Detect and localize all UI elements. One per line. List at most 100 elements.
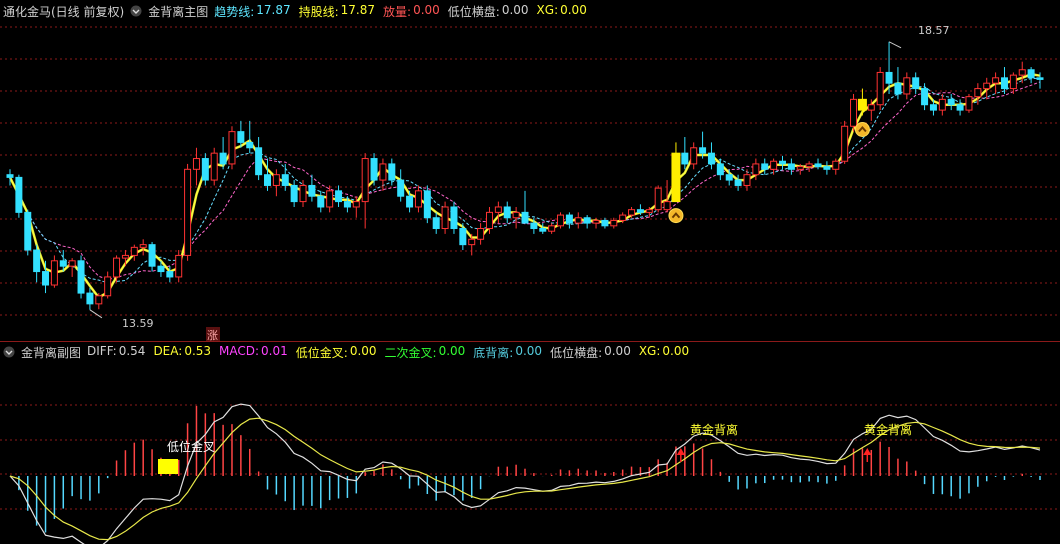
candle-body xyxy=(201,158,209,181)
candle-body xyxy=(121,254,129,259)
candle-body xyxy=(450,206,458,230)
candle-body xyxy=(255,147,263,176)
candle-body xyxy=(290,184,298,203)
xg-signal-icon xyxy=(854,121,870,137)
candle-body xyxy=(654,187,662,211)
candle-body xyxy=(317,195,325,208)
candle-body xyxy=(947,98,955,106)
candle-body xyxy=(370,158,378,181)
high-price-label: 18.57 xyxy=(918,24,950,37)
candle-body xyxy=(628,209,636,216)
candle-body xyxy=(823,166,831,170)
candle-body xyxy=(938,98,946,111)
candle-body xyxy=(477,228,485,240)
candle-body xyxy=(24,211,32,251)
candle-body xyxy=(539,228,547,232)
candle-body xyxy=(468,238,476,246)
candle-body xyxy=(956,104,964,111)
candle-body xyxy=(663,201,671,211)
candle-body xyxy=(148,244,156,267)
candle-body xyxy=(166,271,174,278)
candle-body xyxy=(388,163,396,181)
candle-body xyxy=(1027,69,1035,79)
candle-body xyxy=(50,260,58,286)
candle-body xyxy=(752,163,760,176)
candle-body xyxy=(707,152,715,165)
candlesticks xyxy=(6,41,1044,310)
trend-line xyxy=(8,72,1041,300)
candle-body xyxy=(974,88,982,98)
divergence-arrow-icon xyxy=(863,448,872,455)
candle-body xyxy=(929,104,937,111)
candle-body xyxy=(1036,77,1044,80)
candle-body xyxy=(583,217,591,224)
candle-body xyxy=(175,254,183,278)
candle-body xyxy=(912,77,920,90)
candle-body xyxy=(548,225,556,232)
candle-body xyxy=(33,249,41,273)
candle-body xyxy=(503,206,511,219)
candle-body xyxy=(299,184,307,203)
candle-body xyxy=(281,174,289,186)
candle-body xyxy=(850,98,858,127)
candle-body xyxy=(903,77,911,95)
trend-lines xyxy=(8,72,1041,300)
candle-body xyxy=(6,174,14,178)
candle-body xyxy=(841,125,849,162)
candle-body xyxy=(130,246,138,256)
candle-body xyxy=(894,82,902,95)
candle-body xyxy=(992,77,1000,84)
candle-body xyxy=(592,219,600,224)
candle-body xyxy=(237,131,245,143)
candle-body xyxy=(272,174,280,186)
candle-body xyxy=(876,71,884,106)
candle-body xyxy=(761,163,769,170)
candle-body xyxy=(68,260,76,267)
candle-body xyxy=(681,152,689,165)
candle-body xyxy=(77,260,85,294)
low-cross-label: 低位金叉 xyxy=(167,439,215,454)
candle-body xyxy=(512,211,520,219)
candle-body xyxy=(15,176,23,213)
candle-body xyxy=(796,166,804,170)
candle-body xyxy=(459,228,467,246)
candle-body xyxy=(397,179,405,197)
candle-body xyxy=(716,163,724,176)
candle-body xyxy=(1009,74,1017,90)
candle-body xyxy=(610,219,618,227)
candle-body xyxy=(139,244,147,248)
candle-body xyxy=(805,163,813,168)
candle-body xyxy=(521,211,529,224)
candle-body xyxy=(867,104,875,111)
candle-body xyxy=(1000,77,1008,90)
candle-body xyxy=(743,174,751,186)
candle-body xyxy=(246,141,254,149)
candle-body xyxy=(264,174,271,186)
candle-body xyxy=(832,160,840,170)
price-chart[interactable]: 18.57 13.59 涨 低位金叉 黄金背离 黄金背离 xyxy=(0,0,1060,544)
candle-body xyxy=(379,163,387,181)
candle-body xyxy=(432,217,440,230)
candle-body xyxy=(210,152,218,181)
candle-body xyxy=(574,217,582,224)
high-pointer xyxy=(888,41,902,49)
candle-body xyxy=(219,152,227,165)
candle-body xyxy=(308,184,316,197)
candle-body xyxy=(885,71,893,84)
candle-body xyxy=(95,295,103,305)
candle-body xyxy=(645,209,653,213)
candle-body xyxy=(441,206,449,230)
golden-divergence-label-1: 黄金背离 xyxy=(690,422,738,437)
low-pointer xyxy=(89,309,103,319)
candle-body xyxy=(965,96,973,111)
candle-body xyxy=(619,214,627,221)
candle-body xyxy=(192,158,200,170)
candle-body xyxy=(86,292,94,305)
candle-body xyxy=(690,147,698,165)
candle-body xyxy=(414,190,422,208)
candle-body xyxy=(104,276,112,297)
candle-body xyxy=(42,271,50,286)
candle-body xyxy=(530,222,538,230)
golden-divergence-label-2: 黄金背离 xyxy=(864,422,912,437)
candle-body xyxy=(557,214,565,227)
